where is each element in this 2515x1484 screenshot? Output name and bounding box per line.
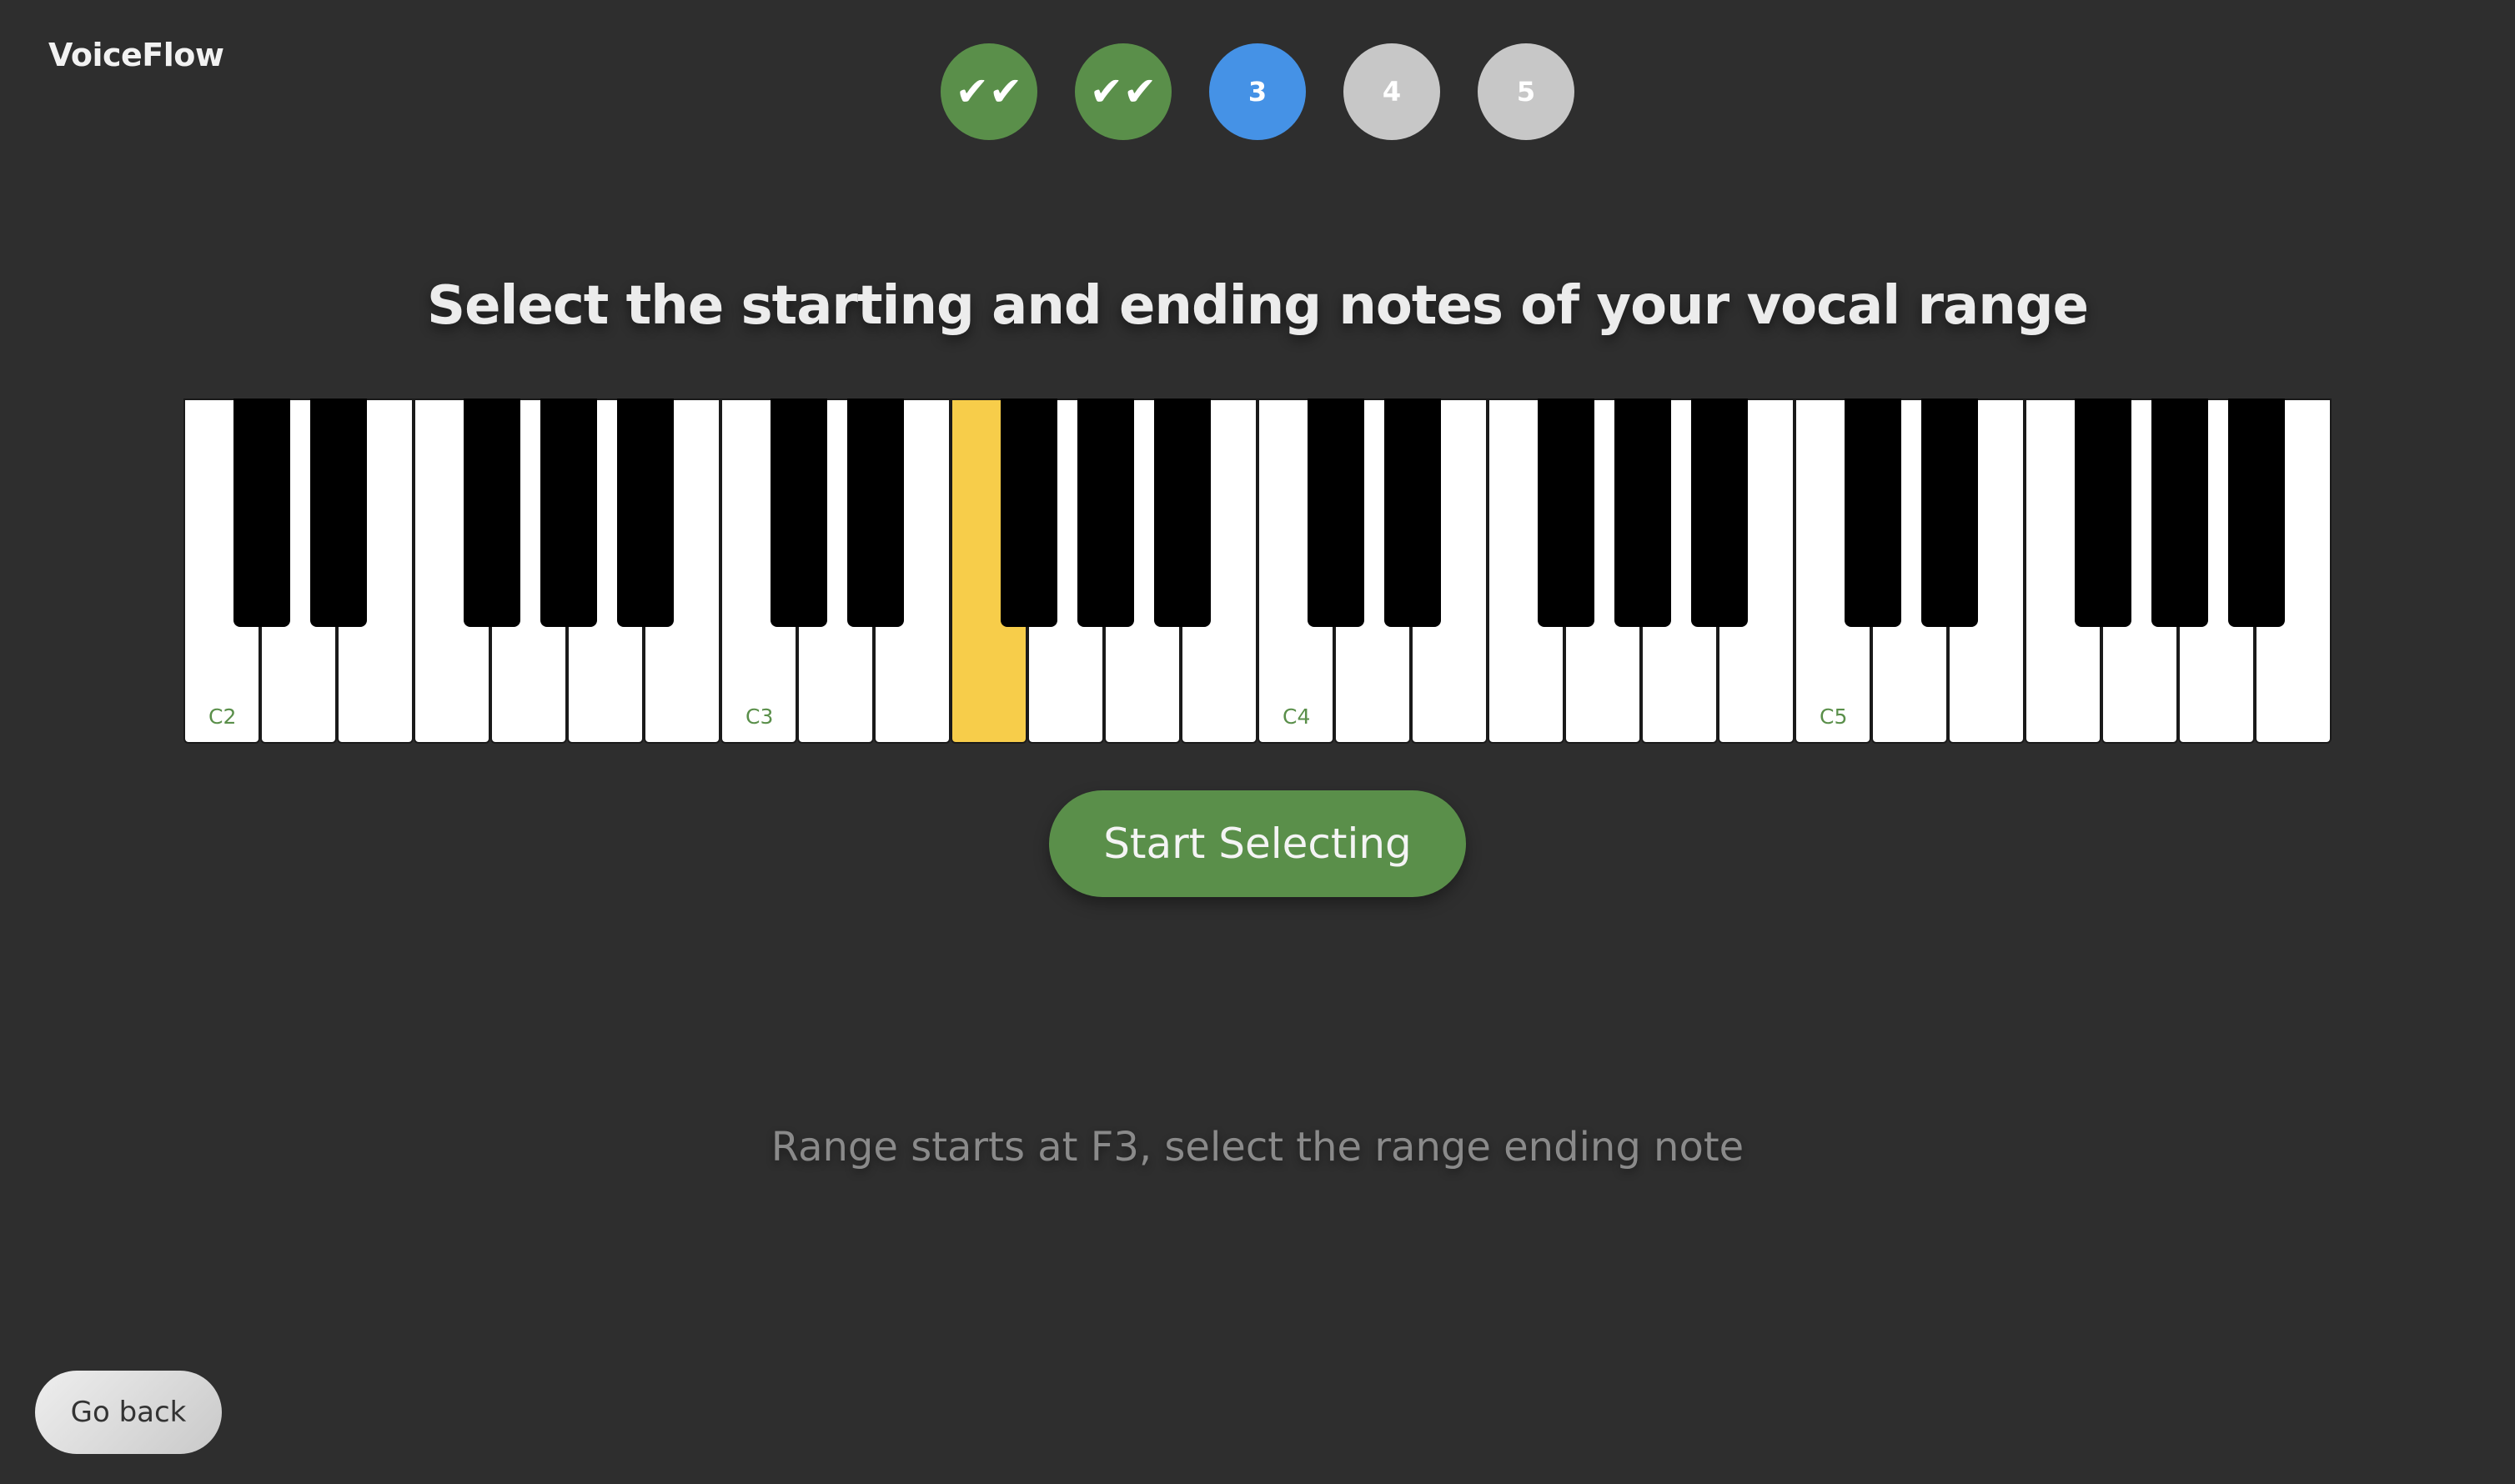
octave-label: C3	[745, 704, 774, 729]
piano-key-g-sharp2[interactable]	[540, 399, 597, 627]
octave-label: C5	[1820, 704, 1848, 729]
piano-key-d-sharp2[interactable]	[310, 399, 367, 627]
octave-label: C2	[208, 704, 237, 729]
piano-key-f-sharp4[interactable]	[1538, 399, 1594, 627]
piano-key-d-sharp5[interactable]	[1921, 399, 1978, 627]
piano-key-f-sharp2[interactable]	[464, 399, 520, 627]
piano-key-f-sharp5[interactable]	[2075, 399, 2131, 627]
piano-key-c-sharp3[interactable]	[771, 399, 827, 627]
piano-key-a-sharp4[interactable]	[1691, 399, 1748, 627]
piano-key-f-sharp3[interactable]	[1001, 399, 1057, 627]
progress-steps: ✔✔ ✔✔ 3 4 5	[0, 43, 2515, 140]
piano-key-a-sharp3[interactable]	[1154, 399, 1211, 627]
piano-key-c-sharp5[interactable]	[1845, 399, 1901, 627]
go-back-button[interactable]: Go back	[35, 1371, 222, 1454]
piano-key-a-sharp5[interactable]	[2228, 399, 2285, 627]
piano-key-g-sharp3[interactable]	[1077, 399, 1134, 627]
piano-key-c-sharp2[interactable]	[233, 399, 290, 627]
range-status-text: Range starts at F3, select the range end…	[771, 1124, 1744, 1171]
piano-key-d-sharp3[interactable]	[847, 399, 904, 627]
piano-key-c-sharp4[interactable]	[1308, 399, 1364, 627]
step-3[interactable]: 3	[1209, 43, 1306, 140]
piano-key-g-sharp4[interactable]	[1614, 399, 1671, 627]
octave-label: C4	[1283, 704, 1311, 729]
page-title: Select the starting and ending notes of …	[427, 275, 2089, 337]
step-2[interactable]: ✔✔	[1075, 43, 1172, 140]
step-4: 4	[1343, 43, 1440, 140]
piano-key-g-sharp5[interactable]	[2151, 399, 2208, 627]
piano-key-a-sharp2[interactable]	[617, 399, 674, 627]
step-1[interactable]: ✔✔	[941, 43, 1037, 140]
piano-keyboard: C2 C3 C4 C5	[183, 399, 2332, 744]
piano-key-d-sharp4[interactable]	[1384, 399, 1441, 627]
step-5: 5	[1478, 43, 1574, 140]
start-selecting-button[interactable]: Start Selecting	[1049, 790, 1466, 897]
